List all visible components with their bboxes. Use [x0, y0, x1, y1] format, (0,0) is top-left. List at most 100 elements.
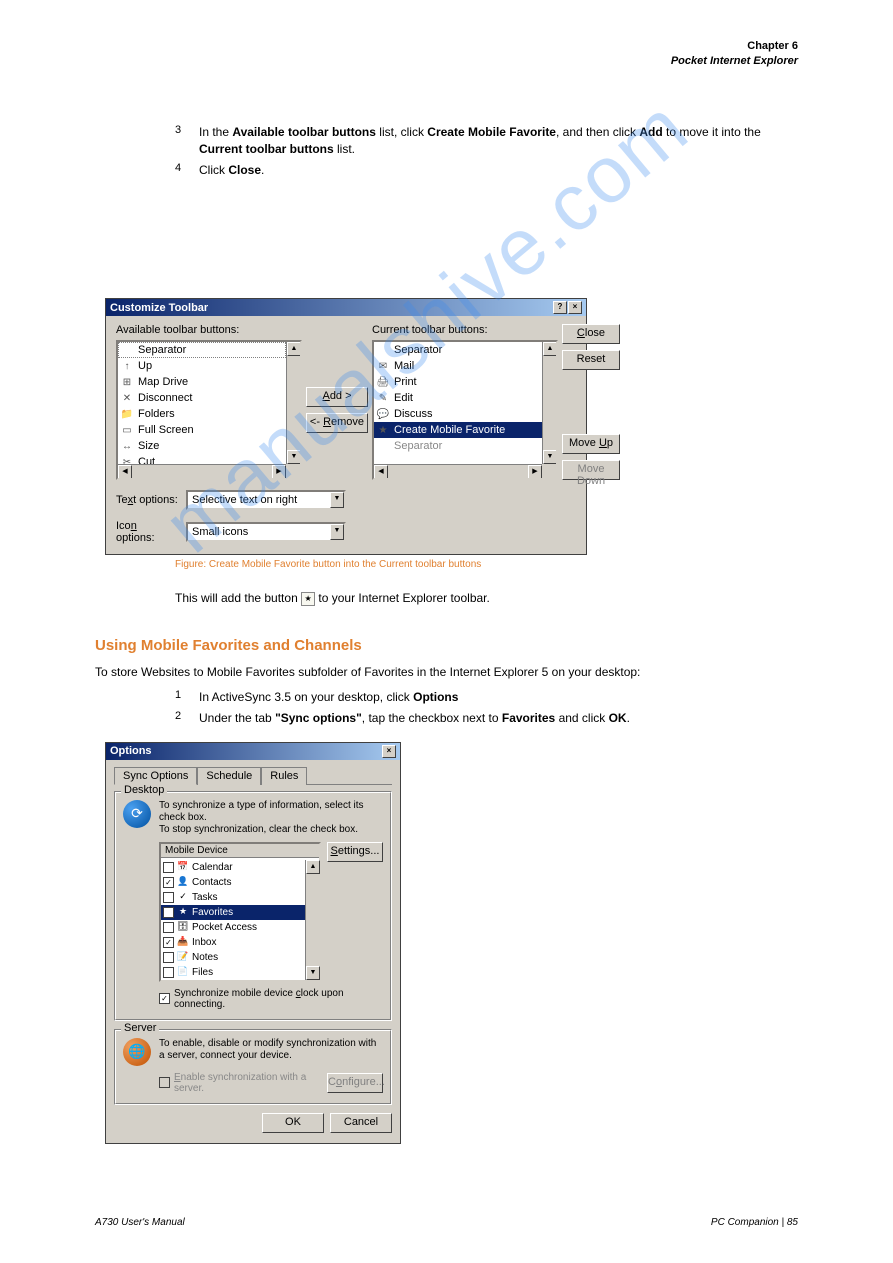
- list-item[interactable]: ✓Tasks: [161, 890, 305, 905]
- list-item[interactable]: ✉Mail: [374, 358, 542, 374]
- group-label: Desktop: [121, 784, 167, 796]
- list-item[interactable]: 📁Folders: [118, 406, 286, 422]
- item-checkbox[interactable]: [163, 922, 174, 933]
- item-icon: ⊞: [120, 375, 134, 389]
- section-intro: To store Websites to Mobile Favorites su…: [95, 664, 798, 681]
- enable-server-label: Enable synchronization with a server.: [174, 1072, 319, 1094]
- add-button[interactable]: Add >: [306, 387, 368, 407]
- item-label: Full Screen: [138, 424, 194, 436]
- device-list[interactable]: Mobile Device 📅Calendar✓👤Contacts✓Tasks✓…: [159, 842, 321, 982]
- item-label: Separator: [394, 440, 442, 452]
- remove-button[interactable]: <- Remove: [306, 413, 368, 433]
- scrollbar-v[interactable]: ▲ ▼: [305, 860, 319, 980]
- list-item[interactable]: Separator: [118, 342, 286, 358]
- server-hint: To enable, disable or modify synchroniza…: [159, 1038, 383, 1062]
- close-button[interactable]: Close: [562, 324, 620, 344]
- list-header: Mobile Device: [161, 844, 319, 858]
- close-title-button[interactable]: ×: [382, 745, 396, 758]
- item-label: Mail: [394, 360, 414, 372]
- chapter-sub: Pocket Internet Explorer: [671, 55, 798, 67]
- step-num: 1: [175, 689, 189, 701]
- available-list[interactable]: Separator↑Up⊞ Map Drive ✕ Disconnect 📁Folder…: [116, 340, 302, 480]
- reset-button[interactable]: Reset: [562, 350, 620, 370]
- item-label: Notes: [192, 952, 218, 963]
- item-icon: [376, 439, 390, 453]
- item-checkbox[interactable]: ✓: [163, 937, 174, 948]
- scrollbar-v[interactable]: ▲▼: [286, 342, 300, 464]
- item-icon: ▭: [120, 423, 134, 437]
- item-label: Size: [138, 440, 159, 452]
- icon-options-combo[interactable]: Small icons▼: [186, 522, 346, 542]
- tab-rules[interactable]: Rules: [261, 767, 307, 785]
- clock-label: Synchronize mobile device clock upon con…: [174, 988, 383, 1010]
- settings-button[interactable]: Settings...: [327, 842, 383, 862]
- scrollbar-h[interactable]: ◀▶: [374, 464, 542, 478]
- list-item[interactable]: ↔ Size: [118, 438, 286, 454]
- list-item[interactable]: ▭ Full Screen: [118, 422, 286, 438]
- close-title-button[interactable]: ×: [568, 301, 582, 314]
- item-label: Folders: [138, 408, 175, 420]
- available-label: Available toolbar buttons:: [116, 324, 302, 336]
- item-label: Tasks: [192, 892, 218, 903]
- scrollbar-v[interactable]: ▲▼: [542, 342, 556, 464]
- cancel-button[interactable]: Cancel: [330, 1113, 392, 1133]
- item-checkbox[interactable]: ✓: [163, 877, 174, 888]
- item-checkbox[interactable]: ✓: [163, 907, 174, 918]
- move-up-button[interactable]: Move Up: [562, 434, 620, 454]
- server-icon: 🌐: [123, 1038, 151, 1066]
- item-label: Cut: [138, 456, 155, 464]
- list-item[interactable]: 📝Notes: [161, 950, 305, 965]
- item-label: Edit: [394, 392, 413, 404]
- clock-checkbox[interactable]: ✓: [159, 993, 170, 1004]
- mobile-favorite-icon: ★: [301, 592, 315, 606]
- item-icon: ✕: [120, 391, 134, 405]
- item-icon: 🗄: [177, 921, 189, 933]
- list-item[interactable]: ✓👤Contacts: [161, 875, 305, 890]
- list-item[interactable]: ★Create Mobile Favorite: [374, 422, 542, 438]
- move-down-button[interactable]: Move Down: [562, 460, 620, 480]
- tabstrip: Sync Options Schedule Rules: [114, 766, 392, 785]
- sync-hint: To synchronize a type of information, se…: [159, 800, 383, 836]
- item-label: Print: [394, 376, 417, 388]
- item-checkbox[interactable]: [163, 967, 174, 978]
- item-label: Disconnect: [138, 392, 192, 404]
- list-item[interactable]: 🖨Print: [374, 374, 542, 390]
- list-item[interactable]: 📄Files: [161, 965, 305, 980]
- list-item[interactable]: 💬Discuss: [374, 406, 542, 422]
- list-item[interactable]: ✂Cut: [118, 454, 286, 464]
- chapter-label: Chapter 6: [747, 40, 798, 52]
- list-item[interactable]: ✓📥Inbox: [161, 935, 305, 950]
- list-item[interactable]: ✎Edit: [374, 390, 542, 406]
- help-button[interactable]: ?: [553, 301, 567, 314]
- item-checkbox[interactable]: [163, 862, 174, 873]
- item-checkbox[interactable]: [163, 892, 174, 903]
- item-label: Discuss: [394, 408, 433, 420]
- text-options-combo[interactable]: Selective text on right▼: [186, 490, 346, 510]
- step-num: 2: [175, 710, 189, 722]
- item-label: Favorites: [192, 907, 233, 918]
- item-label: Pocket Access: [192, 922, 257, 933]
- tab-schedule[interactable]: Schedule: [197, 767, 261, 785]
- list-item[interactable]: ✓★Favorites: [161, 905, 305, 920]
- list-item[interactable]: ⊞ Map Drive: [118, 374, 286, 390]
- item-checkbox[interactable]: [163, 952, 174, 963]
- desktop-group: Desktop ⟳ To synchronize a type of infor…: [114, 791, 392, 1021]
- item-label: Map Drive: [138, 376, 188, 388]
- tab-sync-options[interactable]: Sync Options: [114, 767, 197, 785]
- current-list[interactable]: Separator✉Mail🖨Print✎Edit💬Discuss★Create…: [372, 340, 558, 480]
- ok-button[interactable]: OK: [262, 1113, 324, 1133]
- list-item[interactable]: Separator: [374, 438, 542, 454]
- item-icon: 📥: [177, 936, 189, 948]
- list-item[interactable]: ✕ Disconnect: [118, 390, 286, 406]
- item-label: Up: [138, 360, 152, 372]
- current-label: Current toolbar buttons:: [372, 324, 558, 336]
- list-item[interactable]: 📅Calendar: [161, 860, 305, 875]
- list-item[interactable]: 🗄Pocket Access: [161, 920, 305, 935]
- item-icon: ↔: [120, 439, 134, 453]
- list-item[interactable]: Separator: [374, 342, 542, 358]
- item-icon: 📝: [177, 951, 189, 963]
- list-item[interactable]: ↑Up: [118, 358, 286, 374]
- item-label: Files: [192, 967, 213, 978]
- item-icon: [120, 343, 134, 357]
- scrollbar-h[interactable]: ◀▶: [118, 464, 286, 478]
